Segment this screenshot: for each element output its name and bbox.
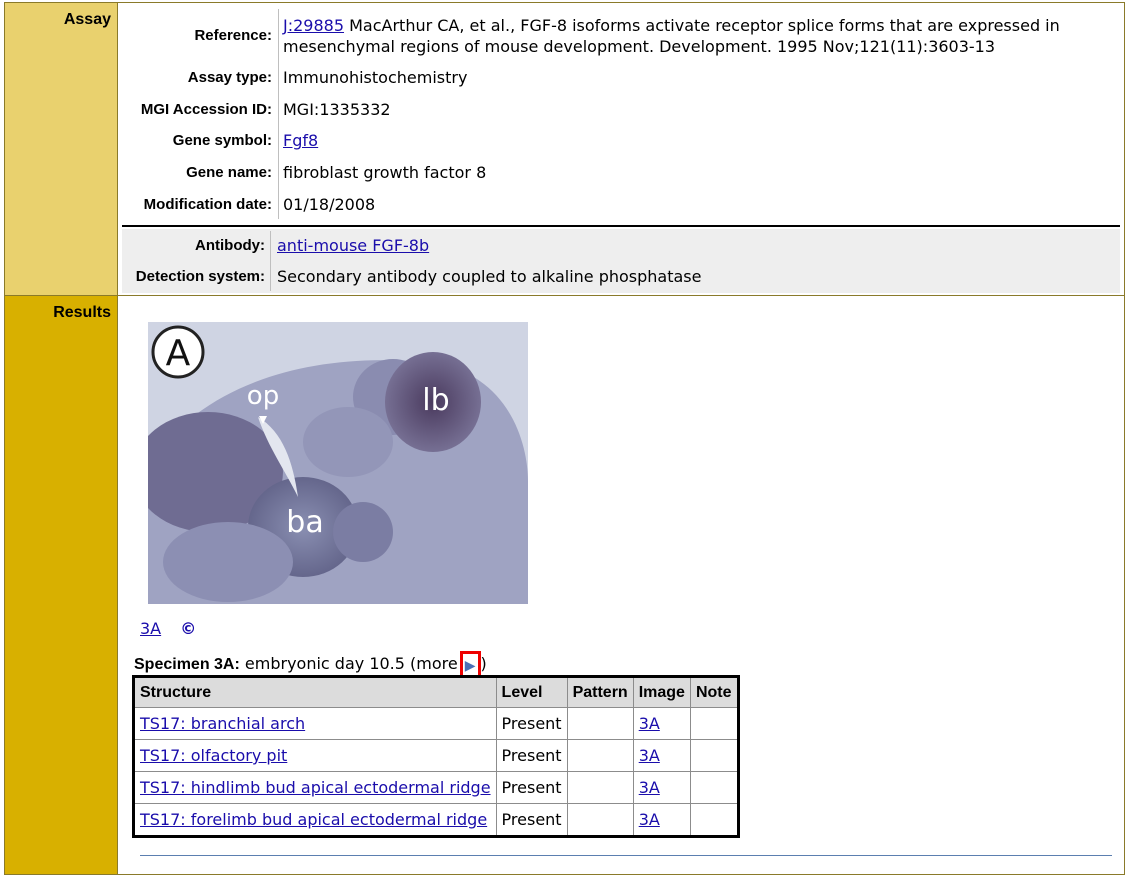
pattern-cell [566, 739, 634, 772]
structure-cell: TS17: hindlimb bud apical ectodermal rid… [133, 771, 497, 804]
detection-label: Detection system: [135, 268, 265, 285]
structure-cell: TS17: forelimb bud apical ectodermal rid… [133, 803, 497, 837]
mod-date-value: 01/18/2008 [283, 195, 376, 214]
reference-value: J:29885 MacArthur CA, et al., FGF-8 isof… [283, 15, 1103, 57]
detection-value: Secondary antibody coupled to alkaline p… [277, 267, 702, 286]
label-ba: ba [286, 505, 323, 540]
specimen-text: embryonic day 10.5 (more [244, 654, 458, 673]
structure-link[interactable]: TS17: forelimb bud apical ectodermal rid… [140, 810, 487, 829]
image-cell: 3A [632, 739, 691, 772]
reference-label: Reference: [194, 27, 272, 44]
structure-cell: TS17: branchial arch [133, 707, 497, 740]
figure-3a-link[interactable]: 3A [140, 619, 161, 638]
copyright-icon[interactable]: © [180, 619, 196, 638]
expression-image[interactable]: A op lb ba [148, 322, 528, 604]
pattern-cell [566, 771, 634, 804]
gene-symbol-label: Gene symbol: [172, 132, 272, 149]
specimen-close-paren: ) [480, 654, 487, 673]
assay-type-label: Assay type: [187, 69, 272, 86]
image-cell: 3A [632, 771, 691, 804]
play-arrow-icon[interactable]: ▶ [465, 658, 476, 674]
mod-date-label: Modification date: [143, 196, 272, 213]
specimen-label: Specimen 3A: [134, 656, 240, 673]
assay-type-value: Immunohistochemistry [283, 68, 468, 87]
figure-links: 3A © [140, 619, 196, 638]
more-toggle[interactable]: ▶ [459, 651, 481, 678]
section-divider [122, 225, 1120, 227]
level-cell: Present [495, 707, 568, 740]
label-op: op [247, 381, 279, 411]
image-link[interactable]: 3A [639, 810, 660, 829]
image-cell: 3A [632, 707, 691, 740]
bottom-rule [140, 855, 1112, 856]
note-cell [689, 707, 739, 740]
antibody-panel: Antibody: anti-mouse FGF-8b Detection sy… [122, 229, 1120, 293]
image-link[interactable]: 3A [639, 746, 660, 765]
assay-section-label: Assay [5, 3, 118, 295]
pattern-cell [566, 803, 634, 837]
structure-cell: TS17: olfactory pit [133, 739, 497, 772]
col-image: Image [632, 676, 691, 708]
level-cell: Present [495, 739, 568, 772]
reference-id-link[interactable]: J:29885 [283, 16, 344, 35]
gene-name-label: Gene name: [186, 164, 272, 181]
image-cell: 3A [632, 803, 691, 837]
reference-text: MacArthur CA, et al., FGF-8 isoforms act… [283, 16, 1060, 56]
gene-symbol-value: Fgf8 [283, 131, 318, 150]
antibody-label: Antibody: [195, 237, 265, 254]
structure-link[interactable]: TS17: branchial arch [140, 714, 305, 733]
col-structure: Structure [133, 676, 497, 708]
table-row: TS17: forelimb bud apical ectodermal rid… [133, 803, 739, 837]
results-section: Results A op lb ba 3A © Specimen 3A: emb… [4, 295, 1125, 875]
gene-symbol-link[interactable]: Fgf8 [283, 131, 318, 150]
table-row: TS17: branchial arch Present 3A [133, 707, 739, 740]
assay-details: Reference: J:29885 MacArthur CA, et al.,… [118, 3, 1124, 295]
note-cell [689, 771, 739, 804]
image-link[interactable]: 3A [639, 714, 660, 733]
col-level: Level [495, 676, 568, 708]
image-link[interactable]: 3A [639, 778, 660, 797]
pattern-cell [566, 707, 634, 740]
level-cell: Present [495, 803, 568, 837]
table-header-row: Structure Level Pattern Image Note [133, 676, 739, 708]
note-cell [689, 739, 739, 772]
results-table: Structure Level Pattern Image Note TS17:… [132, 675, 740, 838]
structure-link[interactable]: TS17: olfactory pit [140, 746, 287, 765]
results-section-label: Results [5, 296, 118, 874]
col-note: Note [689, 676, 739, 708]
table-row: TS17: hindlimb bud apical ectodermal rid… [133, 771, 739, 804]
panel-letter: A [166, 333, 191, 374]
structure-link[interactable]: TS17: hindlimb bud apical ectodermal rid… [140, 778, 491, 797]
specimen-line: Specimen 3A: embryonic day 10.5 (more ▶) [134, 651, 487, 678]
level-cell: Present [495, 771, 568, 804]
note-cell [689, 803, 739, 837]
antibody-value: anti-mouse FGF-8b [277, 236, 429, 255]
col-pattern: Pattern [566, 676, 634, 708]
accession-label: MGI Accession ID: [140, 101, 272, 118]
table-row: TS17: olfactory pit Present 3A [133, 739, 739, 772]
results-details: A op lb ba 3A © Specimen 3A: embryonic d… [118, 296, 1124, 874]
antibody-link[interactable]: anti-mouse FGF-8b [277, 236, 429, 255]
accession-value: MGI:1335332 [283, 100, 391, 119]
assay-section: Assay Reference: J:29885 MacArthur CA, e… [4, 2, 1125, 296]
gene-name-value: fibroblast growth factor 8 [283, 163, 487, 182]
label-lb: lb [422, 383, 449, 418]
